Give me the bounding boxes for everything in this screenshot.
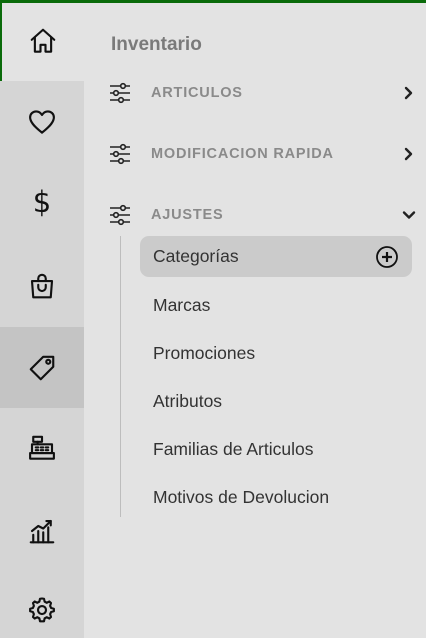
submenu-item-label: Atributos [153, 391, 223, 411]
submenu-item-label: Familias de Articulos [153, 439, 314, 459]
top-accent-bar [0, 0, 426, 3]
sliders-icon [108, 142, 132, 166]
cash-register-icon [29, 435, 55, 460]
submenu-item-label: Motivos de Devolucion [153, 487, 330, 507]
nav-favorites[interactable] [0, 81, 84, 162]
heart-icon [29, 109, 55, 134]
nav-purchases[interactable] [0, 245, 84, 326]
submenu-item-label: Categorías [153, 246, 239, 266]
icon-sidebar: $ [0, 0, 84, 638]
nav-settings[interactable] [0, 569, 84, 638]
submenu-item-label: Marcas [153, 295, 211, 315]
nav-sales[interactable]: $ [0, 162, 84, 243]
home-icon [30, 28, 56, 53]
gear-icon [29, 596, 55, 622]
section-modificacion-rapida[interactable]: MODIFICACION RAPIDA [108, 141, 416, 167]
panel-title: Inventario [111, 34, 202, 55]
nav-home[interactable] [0, 0, 84, 81]
nav-reports[interactable] [0, 490, 84, 571]
submenu-item-label: Promociones [153, 343, 256, 363]
dollar-icon: $ [32, 185, 52, 219]
submenu-item-atributos[interactable]: Atributos [140, 381, 412, 422]
chart-growth-icon [29, 519, 55, 543]
sliders-icon [108, 203, 132, 227]
section-label: MODIFICACION RAPIDA [151, 146, 334, 162]
submenu-item-marcas[interactable]: Marcas [140, 285, 412, 326]
sliders-icon [108, 81, 132, 105]
chevron-right-icon [402, 86, 416, 100]
section-label: AJUSTES [151, 207, 224, 223]
add-circle-icon[interactable] [375, 245, 399, 269]
tag-icon [29, 355, 55, 380]
submenu-item-familias[interactable]: Familias de Articulos [140, 429, 412, 470]
inventory-panel: Inventario ARTICULOS MODIFICACION RAPIDA… [84, 0, 426, 638]
nav-inventory[interactable] [0, 327, 84, 408]
submenu-guide-line [120, 236, 121, 517]
submenu-item-categorias[interactable]: Categorías [140, 236, 412, 277]
section-label: ARTICULOS [151, 85, 243, 101]
submenu-item-promociones[interactable]: Promociones [140, 333, 412, 374]
section-ajustes[interactable]: AJUSTES [108, 202, 416, 228]
nav-cash-register[interactable] [0, 407, 84, 488]
chevron-down-icon [402, 208, 416, 222]
submenu-item-motivos-devolucion[interactable]: Motivos de Devolucion [140, 477, 412, 518]
chevron-right-icon [402, 147, 416, 161]
section-articulos[interactable]: ARTICULOS [108, 80, 416, 106]
shopping-bag-icon [30, 273, 54, 298]
